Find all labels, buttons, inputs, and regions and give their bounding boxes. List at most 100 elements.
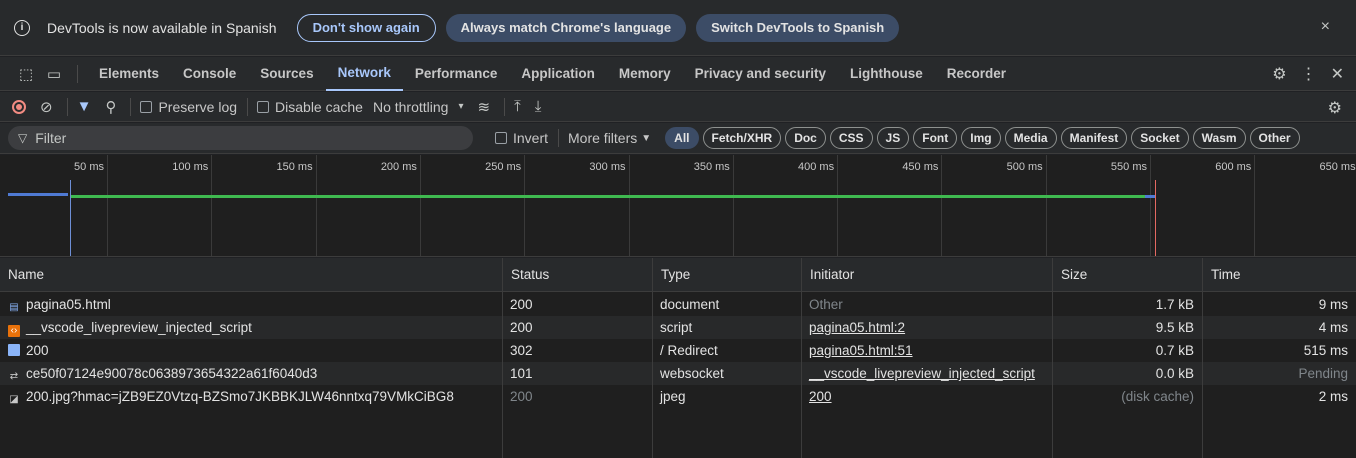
chip-doc[interactable]: Doc xyxy=(785,127,826,149)
chip-socket[interactable]: Socket xyxy=(1131,127,1189,149)
timeline-tick-label: 450 ms xyxy=(902,161,939,173)
filter-funnel-icon: ▽ xyxy=(18,131,28,145)
chip-media[interactable]: Media xyxy=(1004,127,1057,149)
timeline-tick-label: 50 ms xyxy=(74,161,104,173)
dom-content-loaded-marker xyxy=(70,180,71,256)
column-time[interactable]: Time xyxy=(1202,258,1356,292)
table-row[interactable]: ‹› __vscode_livepreview_injected_script 20… xyxy=(0,316,1356,339)
jpeg-icon: ◪ xyxy=(9,394,19,405)
cell-initiator[interactable]: 200 xyxy=(801,385,1052,408)
more-options-icon[interactable]: ⋮ xyxy=(1301,64,1317,84)
network-settings-gear-icon[interactable]: ⚙ xyxy=(1328,98,1342,118)
filter-funnel-icon[interactable]: ▼ xyxy=(77,98,92,115)
timeline-tick-label: 100 ms xyxy=(172,161,209,173)
table-row[interactable]: 200 302 / Redirect pagina05.html:51 0.7 kB 51… xyxy=(0,339,1356,362)
throttling-select[interactable]: No throttling xyxy=(373,99,448,115)
tab-privacy-and-security[interactable]: Privacy and security xyxy=(683,57,838,91)
tab-memory[interactable]: Memory xyxy=(607,57,683,91)
divider xyxy=(247,97,249,116)
cell-name: ‹› __vscode_livepreview_injected_script xyxy=(0,316,502,339)
table-row[interactable]: ⇄ ce50f07124e90078c0638973654322a61f6040d… xyxy=(0,362,1356,385)
timeline-gridline xyxy=(1254,155,1256,256)
cell-type: jpeg xyxy=(660,389,686,404)
close-devtools-icon[interactable]: ✕ xyxy=(1331,64,1344,84)
chip-font[interactable]: Font xyxy=(913,127,958,149)
chip-js[interactable]: JS xyxy=(876,127,910,149)
requests-table: Name Status Type Initiator Size Time ▤ pa… xyxy=(0,258,1356,458)
import-har-icon[interactable]: ⤒ xyxy=(514,98,521,115)
search-icon[interactable]: ⚲ xyxy=(105,98,116,116)
cell-status: 200 xyxy=(510,297,533,312)
tab-performance[interactable]: Performance xyxy=(403,57,510,91)
timeline-gridline xyxy=(211,155,213,256)
resource-type-chips: All Fetch/XHR Doc CSS JS Font Img Media Manifest… xyxy=(665,127,1303,149)
request-name: 200 xyxy=(26,343,49,358)
column-type[interactable]: Type xyxy=(652,258,801,292)
cell-name: 200 xyxy=(0,339,502,362)
network-overview-timeline[interactable]: 50 ms 100 ms 150 ms 200 ms 250 ms 300 ms 350 m… xyxy=(0,155,1356,257)
chevron-down-icon[interactable]: ▼ xyxy=(641,133,651,144)
chip-fetch-xhr[interactable]: Fetch/XHR xyxy=(702,127,782,149)
tab-network[interactable]: Network xyxy=(325,57,403,91)
chip-manifest[interactable]: Manifest xyxy=(1060,127,1128,149)
invert-checkbox[interactable] xyxy=(495,132,507,144)
cell-size: 0.7 kB xyxy=(1155,343,1194,358)
filter-input[interactable]: ▽ Filter xyxy=(8,126,473,150)
tab-recorder[interactable]: Recorder xyxy=(935,57,1018,91)
timeline-tick-label: 200 ms xyxy=(380,161,417,173)
disable-cache-label: Disable cache xyxy=(275,98,363,115)
websocket-icon: ⇄ xyxy=(9,371,19,382)
chip-all[interactable]: All xyxy=(665,127,699,149)
tab-elements[interactable]: Elements xyxy=(87,57,171,91)
timeline-tick-label: 350 ms xyxy=(693,161,730,173)
chip-wasm[interactable]: Wasm xyxy=(1192,127,1246,149)
network-toolbar: ⊘ ▼ ⚲ Preserve log Disable cache No thro… xyxy=(0,92,1356,122)
network-conditions-icon[interactable]: ≋ xyxy=(477,98,490,116)
chevron-down-icon[interactable]: ▾ xyxy=(458,101,463,112)
dont-show-again-button[interactable]: Don't show again xyxy=(296,13,436,42)
filter-row: ▽ Filter Invert More filters ▼ All Fetch/… xyxy=(0,123,1356,154)
switch-to-spanish-button[interactable]: Switch DevTools to Spanish xyxy=(696,13,900,42)
panel-tabbar: ⬚ ▭ Elements Console Sources Network Perform… xyxy=(0,57,1356,91)
cell-size: 0.0 kB xyxy=(1155,366,1194,381)
table-row[interactable]: ▤ pagina05.html 200 document Other 1.7 kB 9 ms xyxy=(0,293,1356,316)
export-har-icon[interactable]: ⤓ xyxy=(535,98,542,115)
divider xyxy=(130,97,132,116)
column-status[interactable]: Status xyxy=(502,258,652,292)
chip-other[interactable]: Other xyxy=(1249,127,1300,149)
column-size[interactable]: Size xyxy=(1052,258,1202,292)
record-icon[interactable] xyxy=(12,99,26,114)
more-filters-dropdown[interactable]: More filters xyxy=(568,130,637,146)
preserve-log-checkbox[interactable] xyxy=(140,100,153,113)
close-icon[interactable]: × xyxy=(1321,18,1330,36)
cell-initiator[interactable]: pagina05.html:51 xyxy=(801,339,1052,362)
tab-console[interactable]: Console xyxy=(171,57,248,91)
table-row[interactable]: ◪ 200.jpg?hmac=jZB9EZ0Vtzq-BZSmo7JKBBKJLW… xyxy=(0,385,1356,408)
cell-initiator[interactable]: __vscode_livepreview_injected_script xyxy=(801,362,1052,385)
column-initiator[interactable]: Initiator xyxy=(801,258,1052,292)
column-name[interactable]: Name xyxy=(0,258,502,292)
always-match-language-button[interactable]: Always match Chrome's language xyxy=(445,13,687,42)
infobar-message: DevTools is now available in Spanish xyxy=(47,19,277,36)
load-marker xyxy=(1155,180,1156,256)
cell-size: 1.7 kB xyxy=(1155,297,1194,312)
timeline-tick-label: 550 ms xyxy=(1110,161,1147,173)
cell-status: 302 xyxy=(510,343,533,358)
chip-img[interactable]: Img xyxy=(961,127,1001,149)
timeline-gridline xyxy=(1150,155,1151,256)
cell-time: Pending xyxy=(1298,366,1348,381)
tab-lighthouse[interactable]: Lighthouse xyxy=(838,57,935,91)
tab-sources[interactable]: Sources xyxy=(248,57,325,91)
invert-label: Invert xyxy=(513,130,549,146)
script-icon: ‹› xyxy=(8,325,20,337)
settings-gear-icon[interactable]: ⚙ xyxy=(1272,64,1286,84)
inspect-element-icon[interactable]: ⬚ xyxy=(12,65,40,83)
device-toolbar-icon[interactable]: ▭ xyxy=(40,65,68,83)
tab-application[interactable]: Application xyxy=(509,57,607,91)
cell-initiator[interactable]: pagina05.html:2 xyxy=(801,316,1052,339)
disable-cache-checkbox[interactable] xyxy=(257,100,270,113)
chip-css[interactable]: CSS xyxy=(829,127,873,149)
clear-icon[interactable]: ⊘ xyxy=(40,98,53,116)
cell-type: document xyxy=(660,297,720,312)
cell-type: script xyxy=(660,320,693,335)
